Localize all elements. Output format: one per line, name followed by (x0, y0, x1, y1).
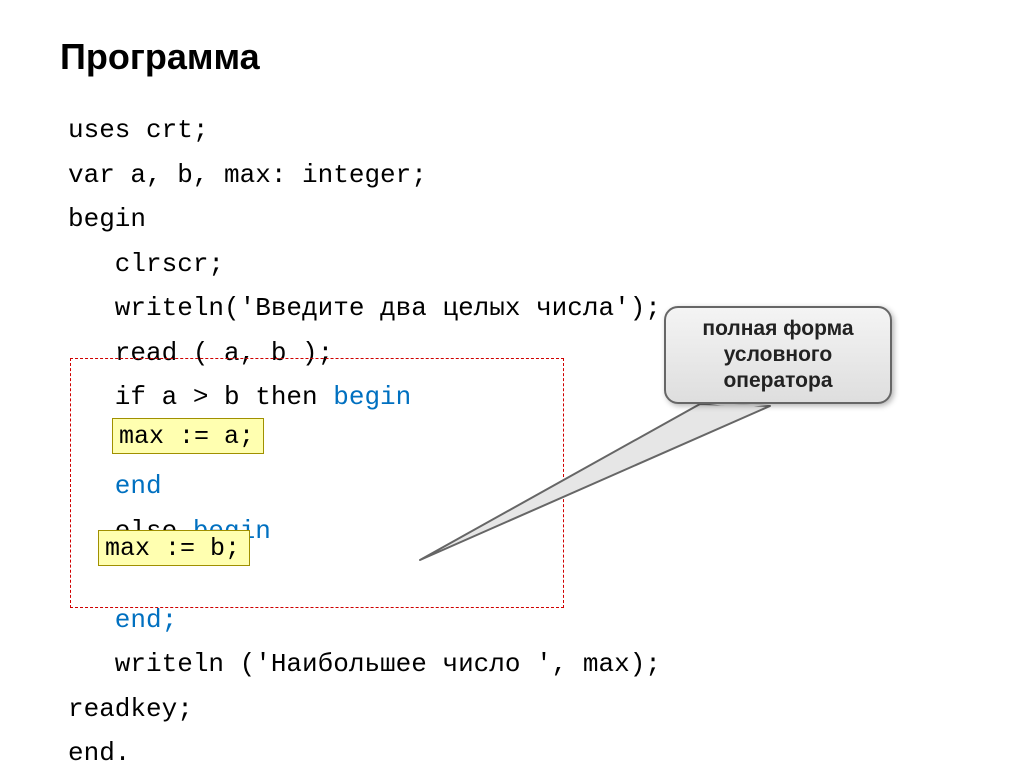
code-line: clrscr; (68, 249, 224, 279)
code-line: var a, b, max: integer; (68, 160, 427, 190)
code-line: end. (68, 738, 130, 767)
callout-line: полная форма (702, 316, 853, 342)
code-line: writeln('Введите два целых числа'); (68, 293, 661, 323)
slide: Программа uses crt; var a, b, max: integ… (0, 0, 1024, 767)
highlight-assignment-a: max := a; (112, 418, 264, 454)
code-keyword-end: end; (68, 605, 177, 635)
code-line: read ( a, b ); (68, 338, 333, 368)
callout-line: оператора (723, 368, 832, 394)
code-line: uses crt; (68, 115, 208, 145)
highlight-assignment-b: max := b; (98, 530, 250, 566)
callout-line: условного (724, 342, 832, 368)
code-line: if a > b then (68, 382, 333, 412)
code-line: writeln ('Наибольшее число ', max); (68, 649, 661, 679)
code-line: readkey; (68, 694, 193, 724)
callout-box: полная форма условного оператора (664, 306, 892, 404)
code-keyword-end: end (68, 471, 162, 501)
slide-title: Программа (60, 36, 260, 78)
code-keyword-begin: begin (333, 382, 411, 412)
code-line: begin (68, 204, 146, 234)
